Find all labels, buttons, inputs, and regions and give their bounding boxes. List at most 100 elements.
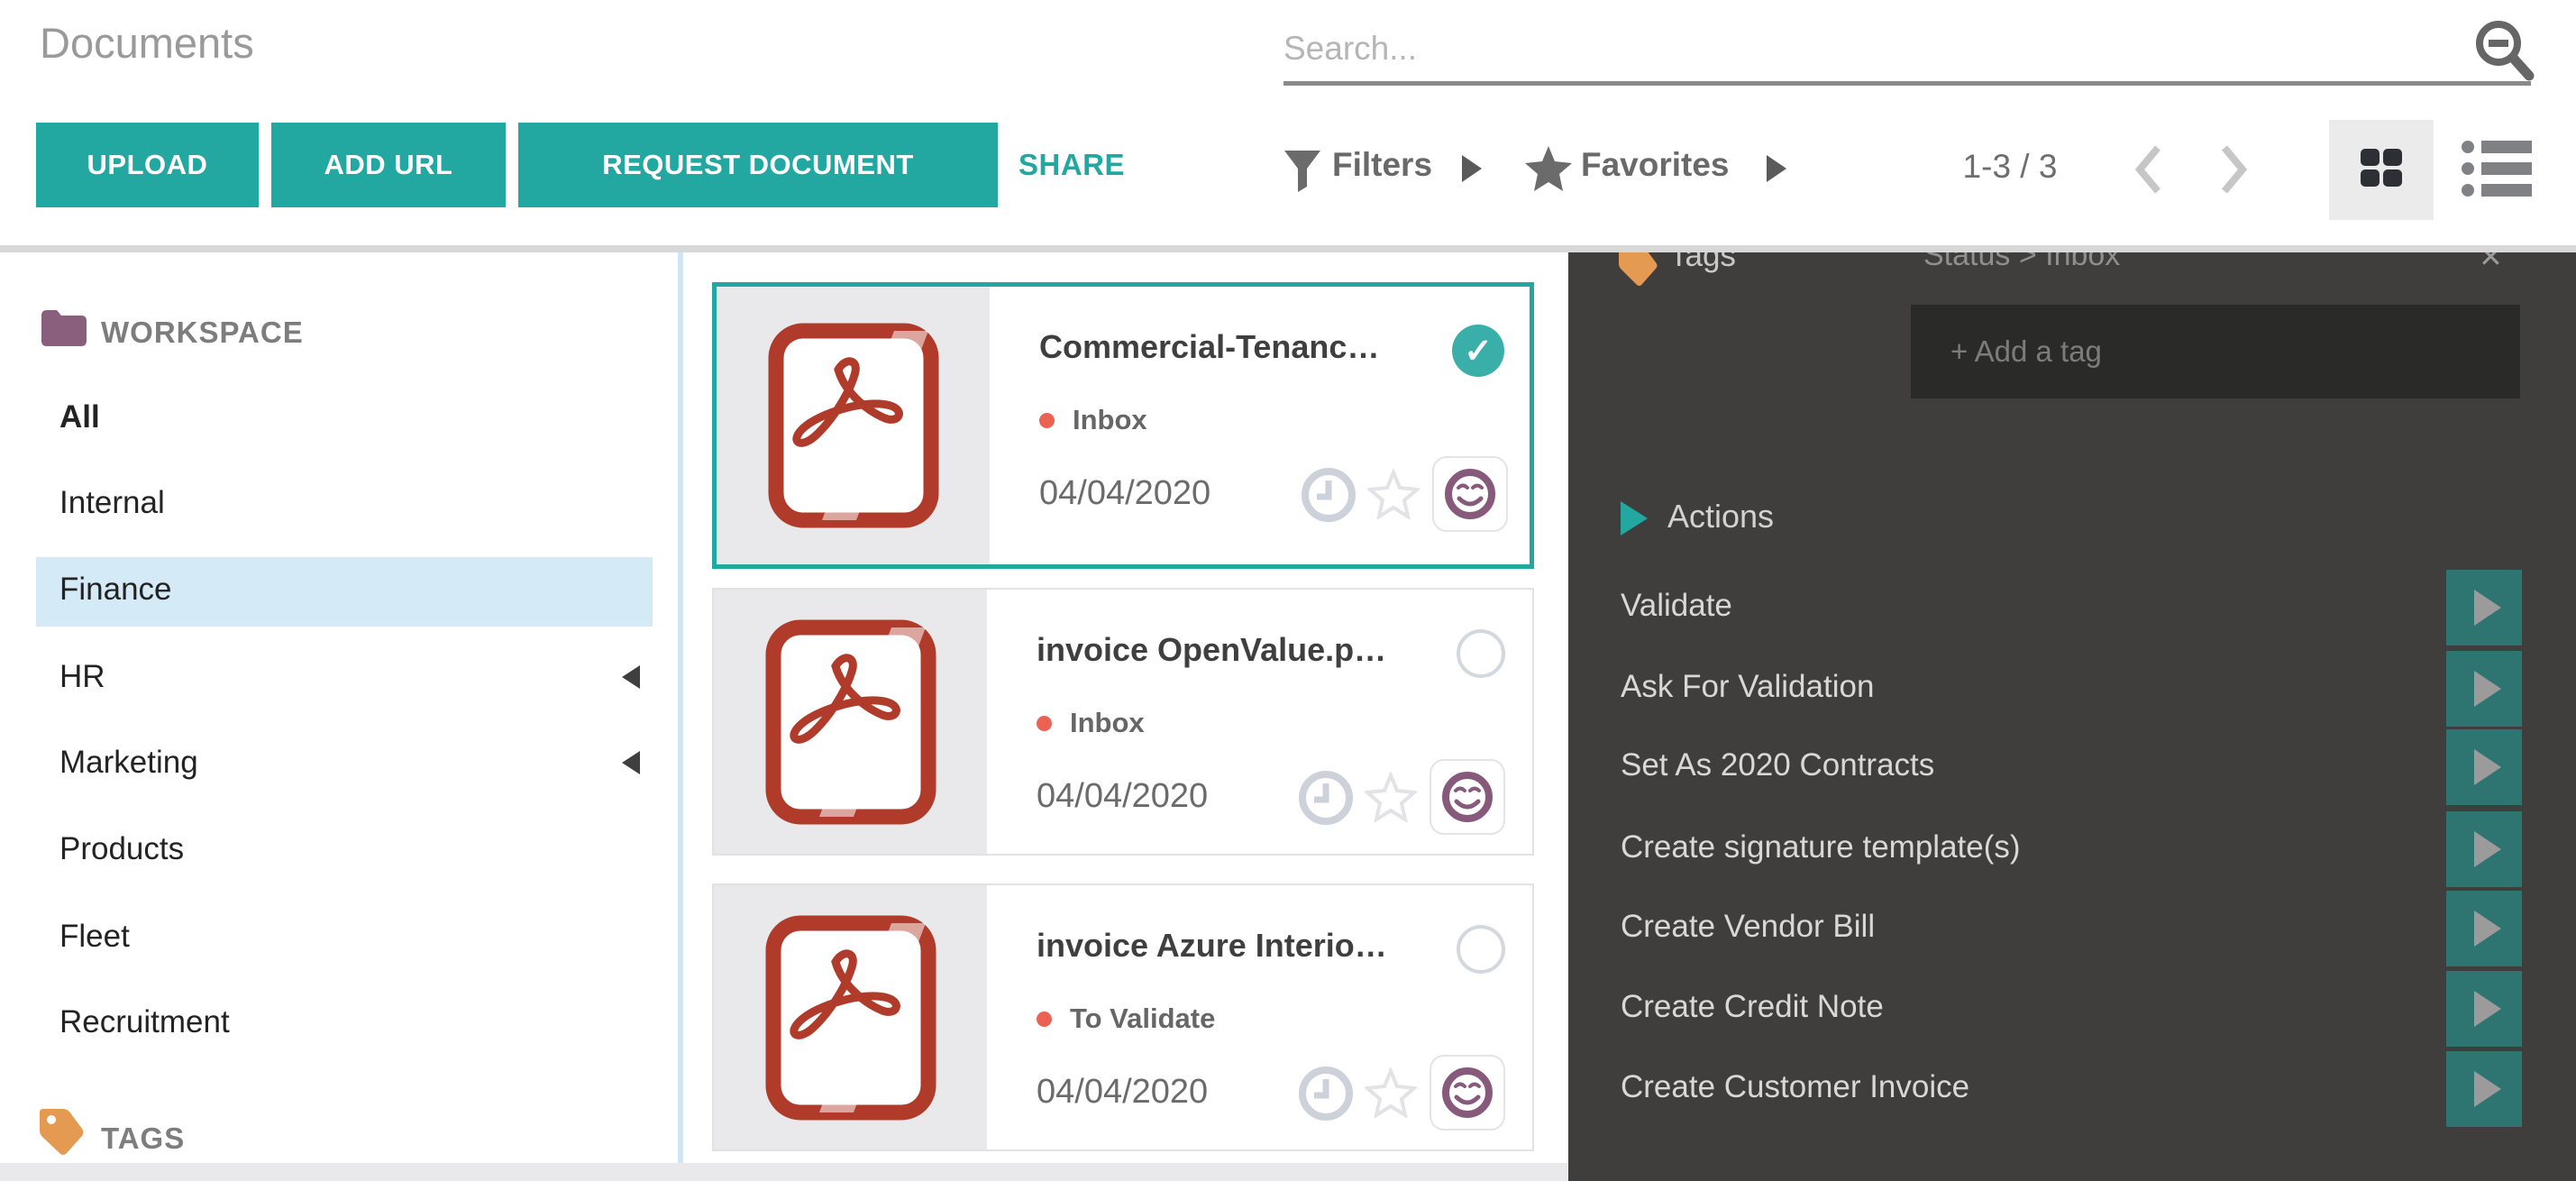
sidebar-divider bbox=[678, 252, 683, 1163]
action-row: Create Credit Note bbox=[1568, 969, 2576, 1048]
document-thumbnail[interactable] bbox=[714, 885, 987, 1149]
bottom-scrollbar-track[interactable] bbox=[0, 1163, 1568, 1181]
request-document-button[interactable]: REQUEST DOCUMENT bbox=[518, 123, 998, 207]
run-action-button[interactable] bbox=[2446, 570, 2522, 645]
action-create-vendor-bill[interactable]: Create Vendor Bill bbox=[1621, 909, 1875, 945]
filters-caret-icon[interactable] bbox=[1462, 155, 1482, 182]
favorite-star-icon[interactable] bbox=[1365, 772, 1417, 827]
action-row: Ask For Validation bbox=[1568, 649, 2576, 728]
add-url-button[interactable]: ADD URL bbox=[271, 123, 506, 207]
kanban-view-button[interactable] bbox=[2329, 120, 2434, 220]
run-action-button[interactable] bbox=[2446, 729, 2522, 805]
run-action-button[interactable] bbox=[2446, 971, 2522, 1047]
sidebar-item-internal[interactable]: Internal bbox=[59, 485, 165, 521]
action-row: Validate bbox=[1568, 568, 2576, 647]
toolbar-divider bbox=[0, 245, 2576, 252]
search-minus-icon[interactable] bbox=[2473, 18, 2535, 89]
pager-range: 1-3 / 3 bbox=[1920, 148, 2100, 186]
sidebar-item-hr[interactable]: HR bbox=[59, 659, 105, 695]
document-card[interactable]: invoice OpenValue.p… Inbox 04/04/2020 bbox=[712, 588, 1534, 856]
run-action-button[interactable] bbox=[2446, 1051, 2522, 1127]
document-title[interactable]: invoice OpenValue.p… bbox=[1037, 631, 1386, 669]
sidebar-item-fleet[interactable]: Fleet bbox=[59, 919, 130, 955]
status-dot bbox=[1039, 413, 1055, 428]
tags-section-header: TAGS bbox=[101, 1121, 185, 1156]
play-icon bbox=[2474, 1071, 2501, 1107]
tags-section-icon bbox=[40, 1109, 85, 1160]
select-circle[interactable] bbox=[1457, 629, 1505, 678]
document-card[interactable]: Commercial-Tenanc… ✓ Inbox 04/04/2020 bbox=[712, 282, 1534, 569]
pdf-file-icon bbox=[768, 323, 939, 528]
search-input[interactable] bbox=[1283, 22, 2455, 76]
action-set-as-2020-contracts[interactable]: Set As 2020 Contracts bbox=[1621, 747, 1934, 783]
action-row: Create Vendor Bill bbox=[1568, 889, 2576, 968]
marketing-collapse-caret-icon[interactable] bbox=[622, 751, 640, 774]
document-title[interactable]: Commercial-Tenanc… bbox=[1039, 328, 1379, 366]
document-status: Inbox bbox=[1070, 707, 1145, 739]
run-action-button[interactable] bbox=[2446, 651, 2522, 727]
share-button[interactable]: SHARE bbox=[1019, 123, 1125, 207]
sidebar-item-products[interactable]: Products bbox=[59, 831, 184, 867]
hr-collapse-caret-icon[interactable] bbox=[622, 665, 640, 689]
clock-icon[interactable] bbox=[1298, 1066, 1354, 1126]
document-card[interactable]: invoice Azure Interio… To Validate 04/04… bbox=[712, 883, 1534, 1151]
workspace-folder-icon bbox=[41, 310, 87, 351]
action-row: Create signature template(s) bbox=[1568, 810, 2576, 889]
kanban-grid-icon bbox=[2361, 149, 2402, 191]
pager-previous-button[interactable] bbox=[2133, 144, 2163, 199]
select-circle[interactable] bbox=[1457, 925, 1505, 974]
pager-next-button[interactable] bbox=[2219, 144, 2250, 199]
run-action-button[interactable] bbox=[2446, 811, 2522, 887]
selected-check-icon[interactable]: ✓ bbox=[1452, 325, 1504, 377]
play-icon bbox=[2474, 671, 2501, 707]
page-title: Documents bbox=[40, 18, 254, 68]
action-create-credit-note[interactable]: Create Credit Note bbox=[1621, 989, 1884, 1025]
status-dot bbox=[1037, 716, 1052, 731]
add-tag-input[interactable] bbox=[1911, 305, 2520, 398]
panel-actions-header: Actions bbox=[1667, 498, 1774, 536]
sidebar-item-marketing[interactable]: Marketing bbox=[59, 745, 198, 781]
action-validate[interactable]: Validate bbox=[1621, 588, 1732, 624]
favorites-caret-icon[interactable] bbox=[1767, 155, 1786, 182]
smiley-activity-icon[interactable] bbox=[1430, 759, 1505, 835]
sidebar-item-all[interactable]: All bbox=[59, 399, 100, 435]
list-icon bbox=[2462, 139, 2532, 203]
tag-remove-icon[interactable]: ✕ bbox=[2479, 252, 2503, 274]
smiley-activity-icon[interactable] bbox=[1432, 456, 1508, 532]
play-icon bbox=[2474, 991, 2501, 1027]
run-action-button[interactable] bbox=[2446, 891, 2522, 966]
sidebar-item-recruitment[interactable]: Recruitment bbox=[59, 1004, 230, 1040]
document-date: 04/04/2020 bbox=[1037, 777, 1208, 816]
favorite-star-icon[interactable] bbox=[1365, 1067, 1417, 1122]
document-title[interactable]: invoice Azure Interio… bbox=[1037, 927, 1387, 965]
favorites-star-icon[interactable] bbox=[1525, 146, 1572, 196]
action-ask-for-validation[interactable]: Ask For Validation bbox=[1621, 669, 1874, 705]
action-create-signature-templates[interactable]: Create signature template(s) bbox=[1621, 829, 2021, 865]
action-create-customer-invoice[interactable]: Create Customer Invoice bbox=[1621, 1069, 1969, 1105]
favorites-menu[interactable]: Favorites bbox=[1581, 146, 1730, 184]
tag-chip-status-inbox[interactable]: Status > Inbox bbox=[1923, 252, 2120, 273]
sidebar-item-finance[interactable]: Finance bbox=[59, 572, 172, 608]
actions-triangle-icon bbox=[1621, 501, 1648, 536]
smiley-activity-icon[interactable] bbox=[1430, 1055, 1505, 1131]
document-thumbnail[interactable] bbox=[714, 590, 987, 854]
play-icon bbox=[2474, 911, 2501, 947]
tags-icon bbox=[1619, 252, 1658, 291]
document-status: Inbox bbox=[1073, 404, 1147, 436]
play-icon bbox=[2474, 831, 2501, 867]
status-dot bbox=[1037, 1012, 1052, 1027]
filters-funnel-icon[interactable] bbox=[1283, 150, 1321, 197]
workspace-section-header: WORKSPACE bbox=[101, 316, 304, 350]
action-row: Create Customer Invoice bbox=[1568, 1049, 2576, 1129]
upload-button[interactable]: UPLOAD bbox=[36, 123, 259, 207]
clock-icon[interactable] bbox=[1298, 770, 1354, 830]
document-side-panel: Tags Status > Inbox ✕ Actions Validate A… bbox=[1568, 252, 2576, 1181]
clock-icon[interactable] bbox=[1301, 467, 1357, 527]
list-view-button[interactable] bbox=[2459, 135, 2535, 206]
filters-menu[interactable]: Filters bbox=[1332, 146, 1432, 184]
play-icon bbox=[2474, 749, 2501, 785]
favorite-star-icon[interactable] bbox=[1367, 469, 1420, 524]
play-icon bbox=[2474, 590, 2501, 626]
document-thumbnail[interactable] bbox=[717, 287, 990, 564]
document-date: 04/04/2020 bbox=[1039, 474, 1210, 513]
